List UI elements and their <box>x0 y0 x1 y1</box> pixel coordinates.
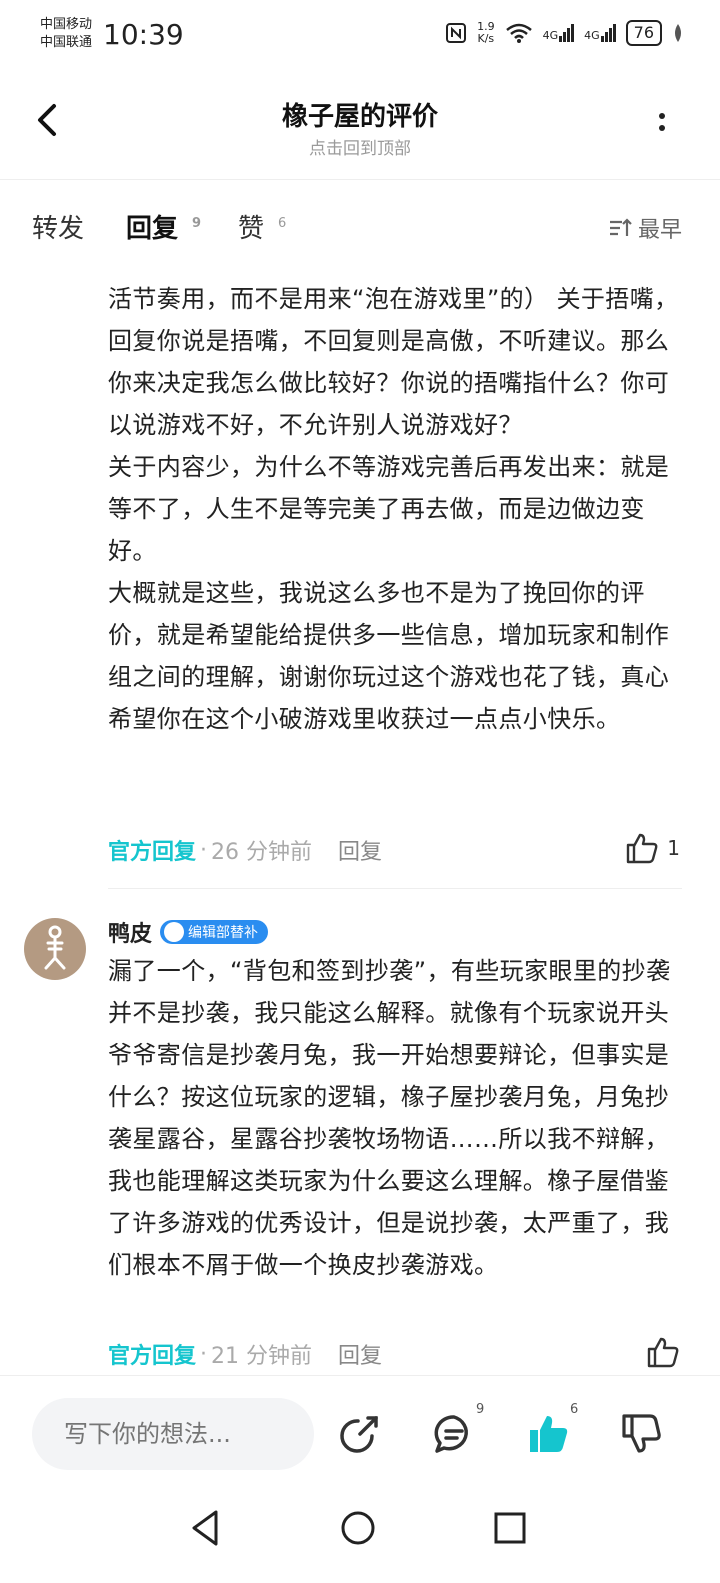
thumbs-down-icon[interactable] <box>620 1412 664 1456</box>
signal-1-icon: 4G <box>543 24 575 42</box>
reply-2-reply-button[interactable]: 回复 <box>338 1338 382 1370</box>
system-nav-bar <box>0 1490 720 1583</box>
reply-1-like-count: 1 <box>667 836 680 860</box>
tab-forward[interactable]: 转发 <box>32 208 84 245</box>
carrier-info: 中国移动 中国联通 <box>40 16 92 52</box>
tab-replies[interactable]: 回复 9 <box>126 208 202 246</box>
tab-replies-count: 9 <box>192 216 202 231</box>
official-reply-label: 官方回复 <box>108 840 197 865</box>
signal-2-icon: 4G <box>584 24 616 42</box>
page-header: 橡子屋的评价 点击回到顶部 <box>0 70 720 180</box>
sort-icon <box>609 218 632 236</box>
scroll-to-top-hint[interactable]: 点击回到顶部 <box>0 134 720 159</box>
reply-2-time: 21 分钟前 <box>211 1344 313 1369</box>
carrier-1: 中国移动 <box>40 17 93 32</box>
nav-home-icon[interactable] <box>338 1508 378 1548</box>
nfc-icon <box>446 23 467 43</box>
thumbs-up-icon <box>647 1337 679 1368</box>
sort-button[interactable]: 最早 <box>608 212 682 244</box>
editor-badge: 编辑部替补 <box>160 920 269 944</box>
like-count: 6 <box>570 1402 579 1417</box>
leaf-icon <box>675 24 681 42</box>
reply-2-text: 漏了一个，“背包和签到抄袭”，有些玩家眼里的抄袭并不是抄袭，我只能这么解释。就像… <box>108 957 671 1279</box>
bottom-action-bar: 9 6 <box>0 1375 720 1490</box>
nav-recents-icon[interactable] <box>490 1508 530 1548</box>
replies-list: 活节奏用，而不是用来“泡在游戏里”的） 关于捂嘴，回复你说是捂嘴，不回复则是高傲… <box>0 260 720 1375</box>
reply-2-meta: 官方回复 · 21 分钟前 回复 <box>108 1338 382 1370</box>
clock: 10:39 <box>103 18 184 51</box>
badge-thumb-icon <box>164 922 185 942</box>
fish-skeleton-icon <box>44 925 66 970</box>
status-bar: 中国移动 中国联通 10:39 1.9 K/s 4G 4G 76 <box>0 0 720 70</box>
reply-1-like-button[interactable]: 1 <box>625 832 680 864</box>
more-menu-icon[interactable] <box>654 110 670 140</box>
tab-bar: 转发 回复 9 赞6 最早 <box>0 208 720 258</box>
wifi-icon <box>505 23 532 43</box>
like-filled-icon[interactable] <box>526 1412 570 1456</box>
share-icon[interactable] <box>338 1412 382 1456</box>
status-icons: 1.9 K/s 4G 4G 76 <box>445 20 684 46</box>
page-title[interactable]: 橡子屋的评价 <box>0 96 720 133</box>
reply-2-author: 鸭皮 编辑部替补 <box>108 916 269 948</box>
comment-count: 9 <box>476 1402 485 1417</box>
tab-likes-count: 6 <box>278 216 287 231</box>
divider <box>108 888 682 889</box>
comment-icon[interactable] <box>432 1412 476 1456</box>
avatar[interactable] <box>24 918 86 980</box>
comment-input[interactable] <box>32 1398 314 1470</box>
username[interactable]: 鸭皮 <box>108 916 152 948</box>
reply-1-time: 26 分钟前 <box>211 840 313 865</box>
thumbs-up-icon <box>627 833 658 864</box>
official-reply-label: 官方回复 <box>108 1344 197 1369</box>
nav-back-icon[interactable] <box>186 1508 226 1548</box>
reply-1-text: 活节奏用，而不是用来“泡在游戏里”的） 关于捂嘴，回复你说是捂嘴，不回复则是高傲… <box>108 285 679 733</box>
tab-likes[interactable]: 赞6 <box>238 208 286 245</box>
net-speed: 1.9 K/s <box>477 20 495 45</box>
carrier-2: 中国联通 <box>40 35 93 50</box>
reply-1-reply-button[interactable]: 回复 <box>338 834 382 866</box>
reply-1-meta: 官方回复 · 26 分钟前 回复 <box>108 834 382 866</box>
battery-icon: 76 <box>625 20 662 46</box>
reply-2-like-button[interactable] <box>646 1336 680 1368</box>
